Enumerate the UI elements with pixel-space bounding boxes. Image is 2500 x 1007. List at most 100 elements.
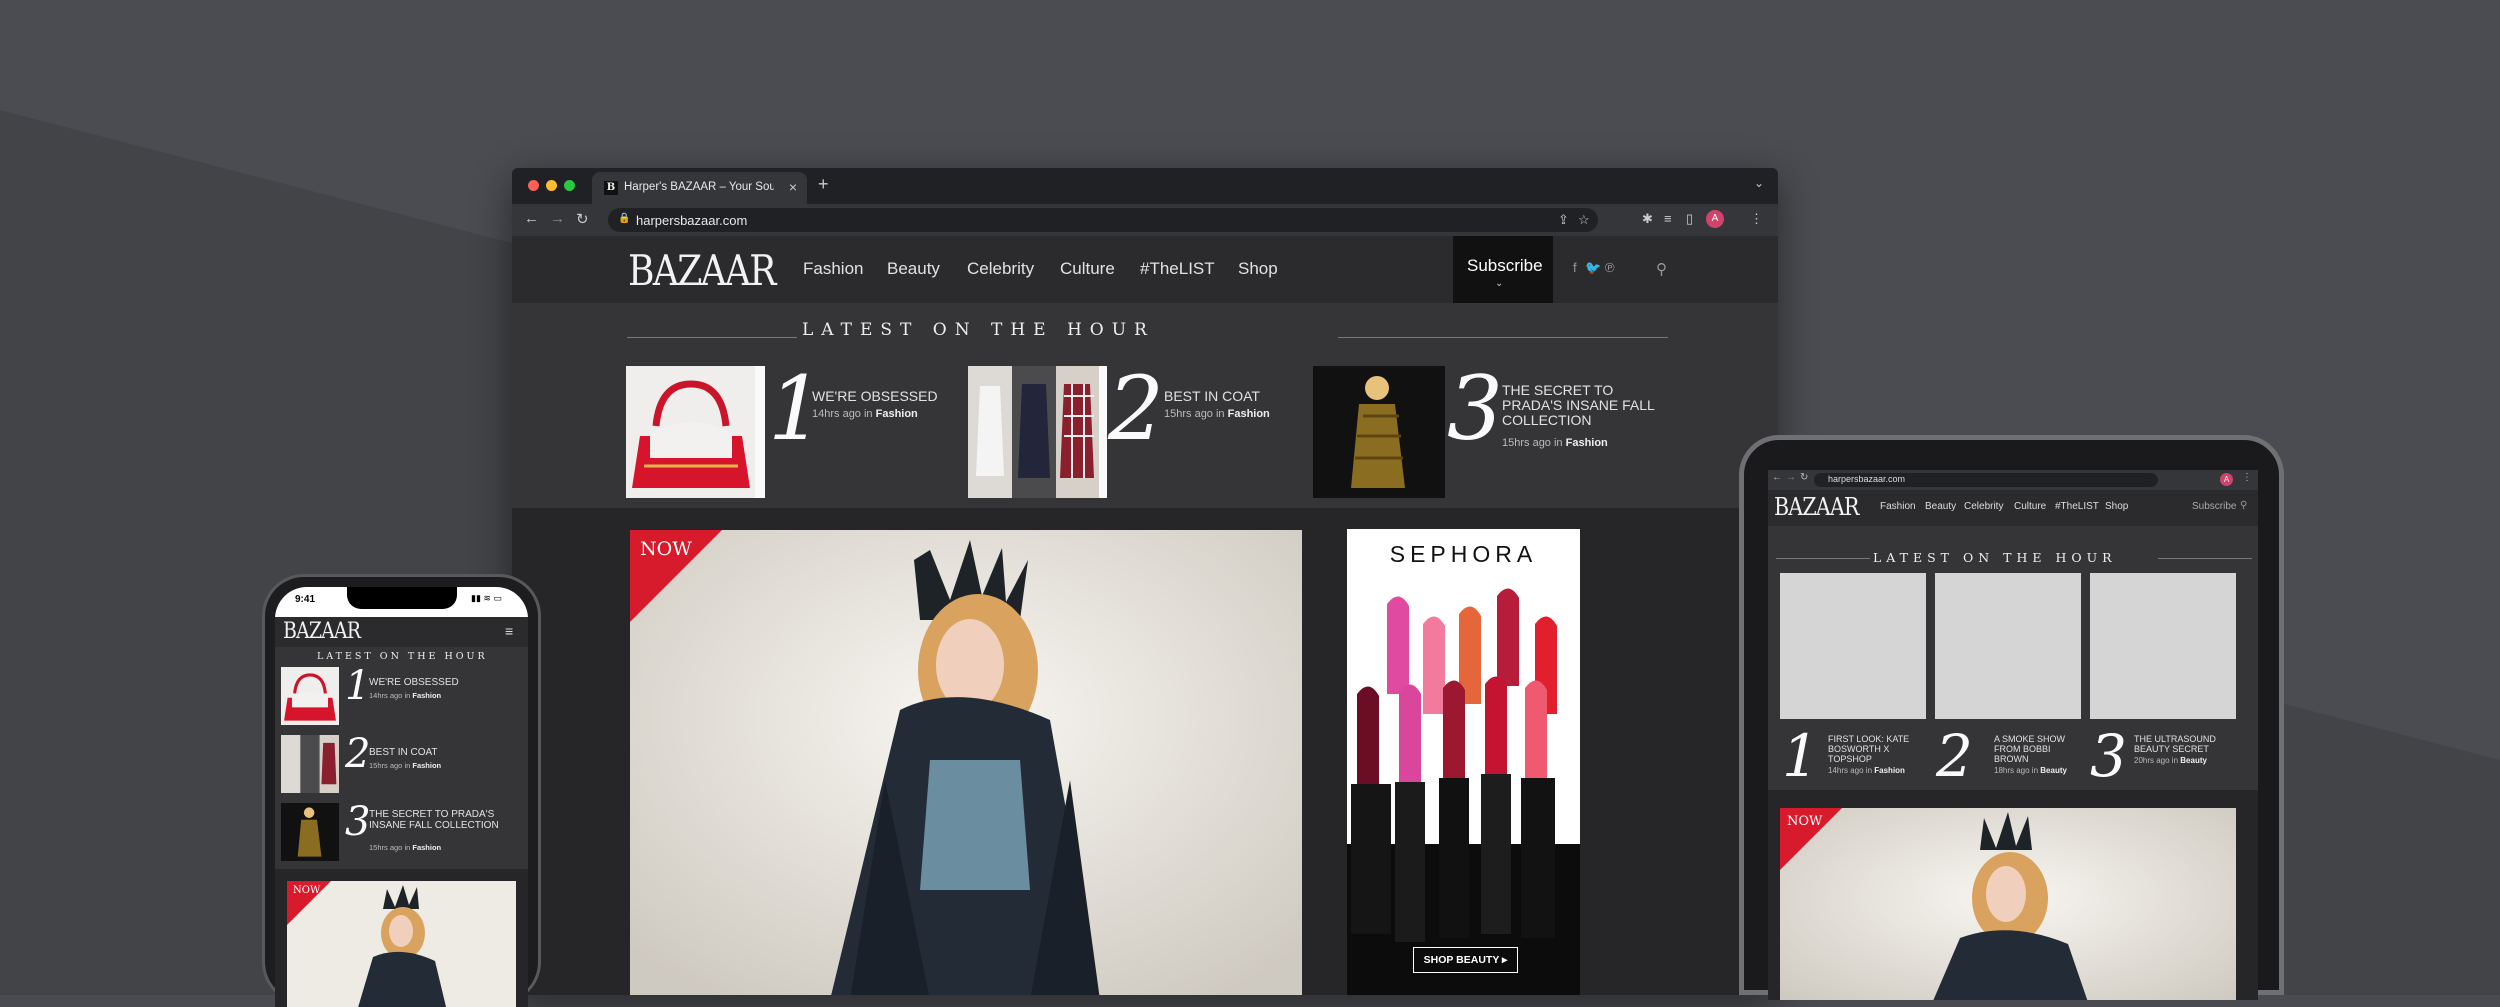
tab-title: Harper's BAZAAR – Your Sourc (624, 181, 774, 193)
close-window-button[interactable] (528, 180, 539, 191)
item-title[interactable]: BEST IN COAT (369, 747, 519, 758)
hero-image-madonna[interactable]: NOW (1780, 808, 2236, 1000)
bazaar-logo[interactable]: BAZAAR (1774, 493, 1859, 521)
thumbnail-handbag[interactable] (281, 667, 339, 725)
reload-icon[interactable]: ↻ (576, 210, 589, 228)
forward-arrow-icon[interactable]: → (550, 210, 565, 227)
thumbnail-handbag[interactable] (626, 366, 756, 498)
sephora-ad[interactable]: SEPHORA SHOP BEAUTY ▸ (1347, 529, 1580, 995)
item-number: 3 (2090, 722, 2127, 790)
minimize-window-button[interactable] (546, 180, 557, 191)
divider (1099, 366, 1107, 498)
reload-icon[interactable]: ↻ (1800, 472, 1808, 483)
forward-arrow-icon[interactable]: → (1786, 472, 1796, 483)
item-title[interactable]: WE'RE OBSESSED (369, 677, 519, 688)
nav-culture[interactable]: Culture (1060, 259, 1115, 279)
address-bar[interactable]: 🔒 harpersbazaar.com ⇪ ☆ (608, 208, 1598, 232)
item-number: 1 (345, 663, 371, 709)
item-meta: 15hrs ago in Fashion (369, 761, 442, 770)
item-title[interactable]: A SMOKE SHOW FROM BOBBI BROWN (1994, 734, 2078, 764)
thumbnail-placeholder[interactable] (1935, 573, 2081, 719)
favicon-icon: B (604, 181, 618, 195)
subscribe-button[interactable]: Subscribe (2192, 501, 2236, 512)
back-arrow-icon[interactable]: ← (524, 210, 539, 227)
hero-image-madonna[interactable]: NOW (630, 530, 1302, 995)
main-content: NOW SEPHORA SHOP BEAUTY ▸ (512, 508, 1778, 995)
nav-thelist[interactable]: #TheLIST (2055, 501, 2099, 512)
more-menu-icon[interactable]: ⋮ (2242, 472, 2252, 483)
item-title[interactable]: FIRST LOOK: KATE BOSWORTH X TOPSHOP (1828, 734, 1920, 764)
nav-shop[interactable]: Shop (1238, 259, 1278, 279)
divider (1776, 558, 1870, 559)
latest-heading: LATEST ON THE HOUR (317, 651, 488, 662)
item-meta: 15hrs ago in Fashion (1164, 408, 1270, 420)
pinterest-icon[interactable]: ℗ (1605, 260, 1615, 275)
nav-thelist[interactable]: #TheLIST (1140, 259, 1215, 279)
nav-beauty[interactable]: Beauty (1925, 501, 1956, 512)
desktop-browser-window: B Harper's BAZAAR – Your Sourc × + ⌄ ← →… (512, 168, 1778, 995)
thumbnail-coats[interactable] (968, 366, 1100, 498)
thumbnail-coats[interactable] (281, 735, 339, 793)
tablet-screen: ← → ↻ harpersbazaar.com A ⋮ BAZAAR Fashi… (1768, 470, 2258, 1000)
phone-time: 9:41 (295, 594, 316, 605)
hamburger-menu-icon[interactable]: ≡ (505, 623, 513, 639)
subscribe-label: Subscribe (1467, 256, 1543, 275)
shop-beauty-button[interactable]: SHOP BEAUTY ▸ (1413, 947, 1518, 973)
share-icon[interactable]: ⇪ (1558, 212, 1569, 228)
facebook-icon[interactable]: f (1573, 260, 1577, 275)
nav-shop[interactable]: Shop (2105, 501, 2128, 512)
item-title[interactable]: THE ULTRASOUND BEAUTY SECRET (2134, 734, 2234, 754)
site-header: BAZAAR Fashion Beauty Celebrity Culture … (512, 236, 1778, 303)
latest-heading: LATEST ON THE HOUR (1873, 550, 2117, 565)
item-title[interactable]: BEST IN COAT (1164, 389, 1294, 404)
extensions-puzzle-icon[interactable]: ✱ (1642, 211, 1653, 227)
tablet-device: ← → ↻ harpersbazaar.com A ⋮ BAZAAR Fashi… (1739, 435, 2284, 1000)
phone-device: 9:41 ▮▮ ≋ ▭ BAZAAR ≡ LATEST ON THE HOUR … (262, 574, 541, 1007)
item-title[interactable]: WE'RE OBSESSED (812, 389, 942, 404)
nav-fashion[interactable]: Fashion (1880, 501, 1916, 512)
nav-culture[interactable]: Culture (2014, 501, 2046, 512)
divider (1439, 366, 1445, 498)
tablet-site-header: BAZAAR Fashion Beauty Celebrity Culture … (1768, 490, 2258, 526)
subscribe-button[interactable]: Subscribe ⌄ (1453, 236, 1553, 303)
more-menu-icon[interactable]: ⋮ (1750, 211, 1763, 227)
profile-avatar[interactable]: A (2220, 473, 2233, 486)
chevron-down-icon: ⌄ (1495, 278, 1504, 289)
item-number: 2 (345, 731, 371, 777)
item-meta: 14hrs ago in Fashion (1828, 766, 1905, 775)
side-panel-icon[interactable]: ▯ (1686, 211, 1693, 227)
item-title[interactable]: THE SECRET TO PRADA'S INSANE FALL COLLEC… (369, 809, 499, 831)
nav-fashion[interactable]: Fashion (803, 259, 863, 279)
now-badge-label: NOW (293, 885, 321, 896)
item-number: 2 (1936, 722, 1973, 790)
nav-beauty[interactable]: Beauty (887, 259, 940, 279)
bazaar-logo[interactable]: BAZAAR (283, 619, 361, 644)
search-icon[interactable]: ⚲ (1656, 260, 1667, 278)
thumbnail-placeholder[interactable] (1780, 573, 1926, 719)
tab-search-chevron-icon[interactable]: ⌄ (1754, 176, 1764, 190)
item-number: 2 (1108, 357, 1164, 460)
phone-notch (347, 587, 457, 609)
nav-celebrity[interactable]: Celebrity (967, 259, 1034, 279)
thumbnail-prada-runway[interactable] (281, 803, 339, 861)
divider (755, 366, 765, 498)
bazaar-logo[interactable]: BAZAAR (628, 246, 776, 295)
close-tab-icon[interactable]: × (789, 179, 797, 195)
phone-screen: 9:41 ▮▮ ≋ ▭ BAZAAR ≡ LATEST ON THE HOUR … (275, 587, 528, 1007)
thumbnail-placeholder[interactable] (2090, 573, 2236, 719)
hero-image-madonna[interactable]: NOW (287, 881, 516, 1007)
item-meta: 15hrs ago in Fashion (1502, 437, 1608, 449)
address-bar[interactable]: harpersbazaar.com (1814, 473, 2158, 487)
reading-list-icon[interactable]: ≡ (1664, 211, 1672, 226)
browser-tab[interactable]: B Harper's BAZAAR – Your Sourc × (592, 172, 807, 204)
profile-avatar[interactable]: A (1706, 210, 1724, 228)
nav-celebrity[interactable]: Celebrity (1964, 501, 2003, 512)
search-icon[interactable]: ⚲ (2240, 500, 2247, 511)
item-title[interactable]: THE SECRET TO PRADA'S INSANE FALL COLLEC… (1502, 383, 1667, 428)
bookmark-star-icon[interactable]: ☆ (1578, 212, 1590, 228)
twitter-icon[interactable]: 🐦 (1585, 260, 1601, 276)
back-arrow-icon[interactable]: ← (1772, 472, 1782, 483)
thumbnail-prada-runway[interactable] (1313, 366, 1445, 498)
maximize-window-button[interactable] (564, 180, 575, 191)
new-tab-icon[interactable]: + (818, 174, 829, 195)
